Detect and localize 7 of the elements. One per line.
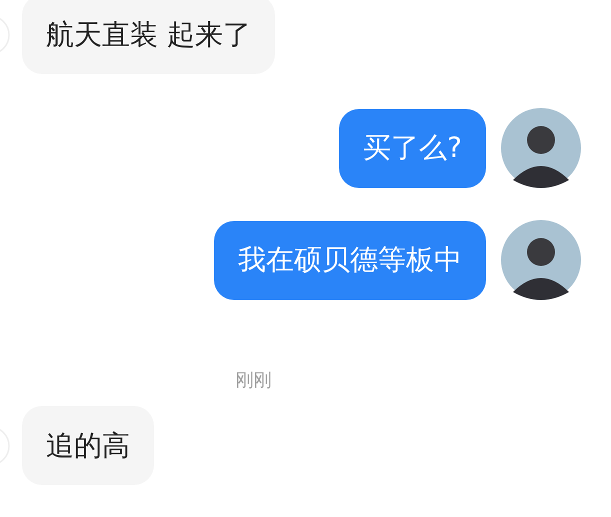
message-bubble: 我在硕贝德等板中 [214, 220, 486, 300]
avatar-icon[interactable] [501, 108, 581, 188]
message-bubble: 买了么? [339, 108, 486, 188]
avatar-icon[interactable] [501, 220, 581, 300]
timestamp: 刚刚 [236, 369, 272, 393]
message-bubble: 航天直装 起来了 [22, 0, 275, 74]
message-bubble: 追的高 [22, 406, 154, 485]
